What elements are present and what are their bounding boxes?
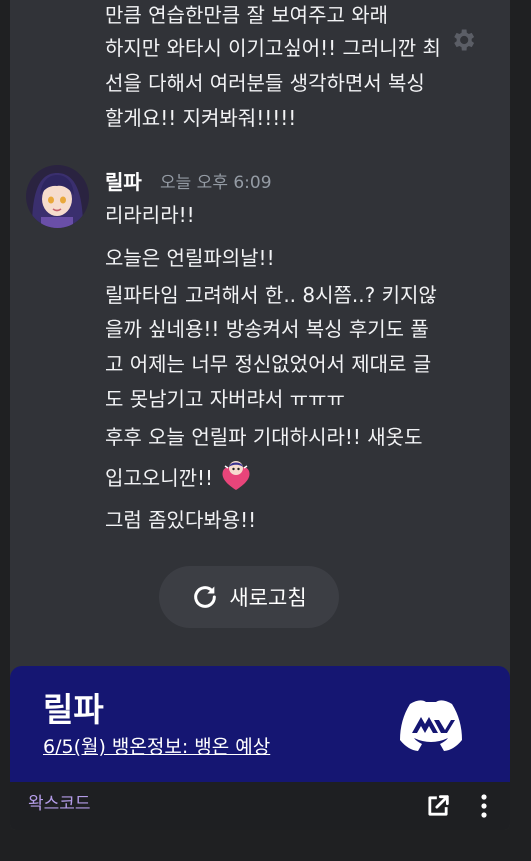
message-line-with-emoji: 입고오니깐!! xyxy=(105,459,253,494)
refresh-button[interactable]: 새로고침 xyxy=(159,566,339,628)
discord-widget: 만큼 연습한만큼 잘 보여주고 와래 하지만 와타시 이기고싶어!! 그러니깐 … xyxy=(10,0,510,830)
server-name: 릴파 xyxy=(43,690,104,729)
more-vertical-icon[interactable] xyxy=(472,792,496,820)
refresh-icon xyxy=(194,586,217,608)
message-line: 하지만 와타시 이기고싶어!! 그러니깐 최 xyxy=(105,36,441,60)
discord-logo-icon xyxy=(400,700,462,751)
message-line: 을까 싶네용!! 방송켜서 복싱 후기도 풀 xyxy=(105,317,429,341)
message-line: 도 못남기고 자버랴서 ㅠㅠㅠ xyxy=(105,387,345,411)
widget-footer: 왁스코드 xyxy=(10,782,510,830)
gear-icon[interactable] xyxy=(449,26,477,54)
avatar[interactable] xyxy=(26,165,89,228)
message-line: 오늘은 언릴파의날!! xyxy=(105,246,275,270)
message-line: 후후 오늘 언릴파 기대하시라!! 새옷도 xyxy=(105,425,423,449)
message-line: 할게요!! 지켜봐줘!!!!! xyxy=(105,106,297,130)
footer-app-label[interactable]: 왁스코드 xyxy=(28,792,91,816)
event-link[interactable]: 6/5(월) 뱅온정보: 뱅온 예상 xyxy=(43,734,270,760)
open-external-icon[interactable] xyxy=(424,792,452,820)
message-text: 입고오니깐!! xyxy=(105,466,214,490)
heart-character-emoji xyxy=(222,461,250,490)
message-feed[interactable]: 만큼 연습한만큼 잘 보여주고 와래 하지만 와타시 이기고싶어!! 그러니깐 … xyxy=(10,0,510,666)
message-line: 그럼 좀있다봐용!! xyxy=(105,508,257,532)
message-line: 선을 다해서 여러분들 생각하면서 복싱 xyxy=(105,71,425,95)
message-line: 고 어제는 너무 정신없었어서 제대로 글 xyxy=(105,352,432,376)
message-timestamp: 오늘 오후 6:09 xyxy=(160,173,272,193)
message-author[interactable]: 릴파 xyxy=(105,167,142,197)
refresh-button-label: 새로고침 xyxy=(229,586,307,610)
message-line: 릴파타임 고려해서 한.. 8시쯤..? 키지않 xyxy=(105,283,437,307)
server-banner: 릴파 6/5(월) 뱅온정보: 뱅온 예상 xyxy=(10,666,510,782)
message-line: 리라리라!! xyxy=(105,203,195,227)
message-line: 만큼 연습한만큼 잘 보여주고 와래 xyxy=(105,3,389,27)
